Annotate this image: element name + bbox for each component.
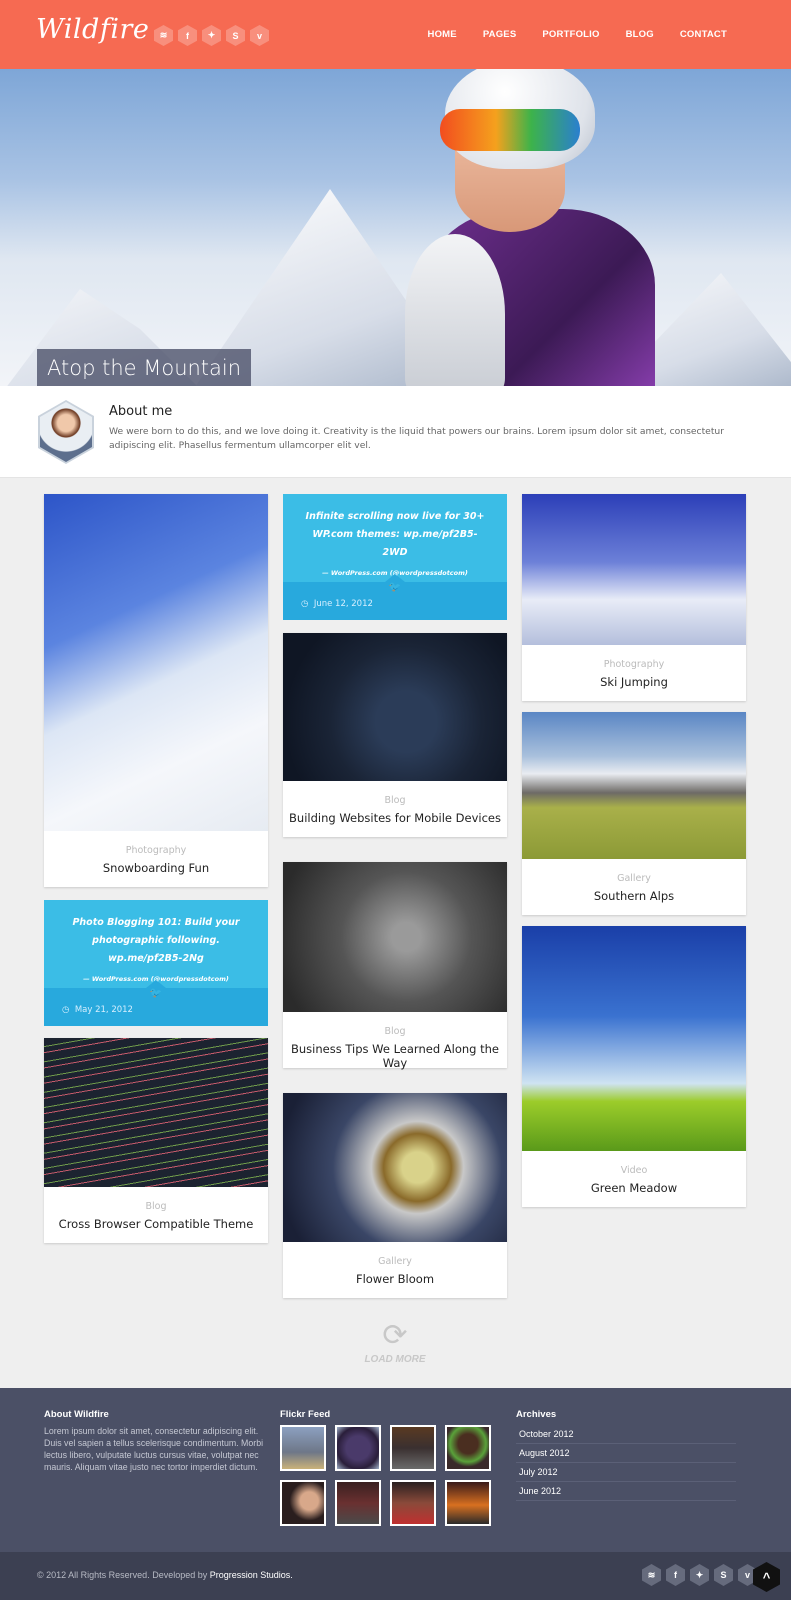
nav-contact[interactable]: CONTACT [680, 29, 727, 40]
twitter-icon: 🐦 [149, 988, 163, 999]
footer-archives: Archives October 2012 August 2012 July 2… [516, 1409, 736, 1501]
flickr-feed: Flickr Feed [280, 1409, 491, 1526]
archive-link[interactable]: October 2012 [516, 1425, 736, 1444]
post-image [283, 862, 507, 1012]
post-card[interactable]: Blog Cross Browser Compatible Theme [44, 1038, 268, 1243]
flickr-title: Flickr Feed [280, 1409, 331, 1420]
tweet-date: May 21, 2012 [74, 1005, 133, 1015]
tweet-card: Infinite scrolling now live for 30+ WP.c… [283, 494, 507, 620]
flickr-thumb[interactable] [445, 1425, 491, 1471]
site-header: Wildfire ≋ f ✦ S v HOME PAGES PORTFOLIO … [0, 0, 791, 69]
load-more-button[interactable]: ⟳ LOAD MORE [340, 1319, 450, 1366]
post-image [283, 1093, 507, 1242]
post-card[interactable]: Gallery Southern Alps [522, 712, 746, 915]
tweet-date: June 12, 2012 [313, 599, 373, 609]
post-card[interactable]: Photography Ski Jumping [522, 494, 746, 701]
about-section: About me We were born to do this, and we… [0, 386, 791, 478]
flickr-thumb[interactable] [335, 1480, 381, 1526]
clock-icon: ◷ [62, 1005, 70, 1015]
nav-pages[interactable]: PAGES [483, 29, 517, 40]
post-image [44, 494, 268, 831]
post-category: Gallery [378, 1256, 412, 1267]
flickr-thumb[interactable] [445, 1480, 491, 1526]
back-to-top-button[interactable]: ^ [753, 1562, 780, 1592]
post-category: Gallery [617, 873, 651, 884]
archives-title: Archives [516, 1409, 557, 1420]
post-card[interactable]: Blog Business Tips We Learned Along the … [283, 862, 507, 1070]
skype-icon[interactable]: S [714, 1564, 733, 1586]
post-card[interactable]: Video Green Meadow [522, 926, 746, 1207]
facebook-icon[interactable]: f [666, 1564, 685, 1586]
tweet-text: Photo Blogging 101: Build your photograp… [72, 917, 240, 964]
twitter-icon[interactable]: ✦ [202, 25, 221, 46]
footer-about: About Wildfire Lorem ipsum dolor sit ame… [44, 1409, 269, 1473]
post-category: Blog [145, 1201, 167, 1212]
post-title[interactable]: Ski Jumping [522, 675, 746, 689]
avatar [38, 400, 94, 464]
twitter-icon: 🐦 [388, 582, 402, 593]
post-card[interactable]: Blog Building Websites for Mobile Device… [283, 633, 507, 837]
skype-icon[interactable]: S [226, 25, 245, 46]
footer-bottom-bar: © 2012 All Rights Reserved. Developed by… [0, 1552, 791, 1600]
flickr-thumb[interactable] [390, 1480, 436, 1526]
post-image [283, 633, 507, 781]
footer-about-title: About Wildfire [44, 1409, 109, 1420]
rss-icon[interactable]: ≋ [642, 1564, 661, 1586]
header-social-links: ≋ f ✦ S v [154, 25, 269, 46]
copyright: © 2012 All Rights Reserved. Developed by… [37, 1570, 293, 1580]
flickr-thumb[interactable] [390, 1425, 436, 1471]
about-heading: About me [109, 404, 173, 419]
post-image [522, 494, 746, 645]
nav-home[interactable]: HOME [428, 29, 457, 40]
post-category: Blog [384, 1026, 406, 1037]
post-image [44, 1038, 268, 1187]
post-title[interactable]: Cross Browser Compatible Theme [44, 1217, 268, 1231]
post-title[interactable]: Southern Alps [522, 889, 746, 903]
site-logo[interactable]: Wildfire [36, 14, 149, 45]
footer-social-links: ≋ f ✦ S v [642, 1564, 757, 1586]
facebook-icon[interactable]: f [178, 25, 197, 46]
slide-title: Atop the Mountain [37, 349, 252, 386]
nav-blog[interactable]: BLOG [626, 29, 654, 40]
post-title[interactable]: Business Tips We Learned Along the Way [283, 1042, 507, 1070]
flickr-thumb[interactable] [280, 1425, 326, 1471]
nav-portfolio[interactable]: PORTFOLIO [542, 29, 599, 40]
main-nav: HOME PAGES PORTFOLIO BLOG CONTACT [428, 29, 727, 40]
post-title[interactable]: Flower Bloom [283, 1272, 507, 1286]
rss-icon[interactable]: ≋ [154, 25, 173, 46]
post-category: Blog [384, 795, 406, 806]
archive-link[interactable]: July 2012 [516, 1463, 736, 1482]
post-title[interactable]: Building Websites for Mobile Devices [283, 811, 507, 825]
post-image [522, 926, 746, 1151]
twitter-icon[interactable]: ✦ [690, 1564, 709, 1586]
flickr-thumb[interactable] [280, 1480, 326, 1526]
post-category: Photography [603, 659, 665, 670]
clock-icon: ◷ [301, 599, 309, 609]
post-card[interactable]: Photography Snowboarding Fun [44, 494, 268, 887]
tweet-card: Photo Blogging 101: Build your photograp… [44, 900, 268, 1026]
post-title[interactable]: Green Meadow [522, 1181, 746, 1195]
hero-slider[interactable]: Atop the Mountain Visiting the ski slops… [0, 69, 791, 386]
about-text: We were born to do this, and we love doi… [109, 426, 725, 451]
vimeo-icon[interactable]: v [250, 25, 269, 46]
refresh-icon: ⟳ [382, 1319, 408, 1352]
post-category: Video [620, 1165, 648, 1176]
archive-link[interactable]: June 2012 [516, 1482, 736, 1501]
load-more-label: LOAD MORE [364, 1354, 426, 1365]
archive-link[interactable]: August 2012 [516, 1444, 736, 1463]
post-title[interactable]: Snowboarding Fun [44, 861, 268, 875]
post-category: Photography [125, 845, 187, 856]
hero-image-snowboarder [385, 69, 655, 386]
post-image [522, 712, 746, 859]
footer: About Wildfire Lorem ipsum dolor sit ame… [0, 1388, 791, 1552]
post-card[interactable]: Gallery Flower Bloom [283, 1093, 507, 1298]
developer-link[interactable]: Progression Studios. [210, 1570, 293, 1580]
tweet-text: Infinite scrolling now live for 30+ WP.c… [305, 511, 485, 558]
flickr-thumb[interactable] [335, 1425, 381, 1471]
footer-about-text: Lorem ipsum dolor sit amet, consectetur … [44, 1426, 264, 1472]
